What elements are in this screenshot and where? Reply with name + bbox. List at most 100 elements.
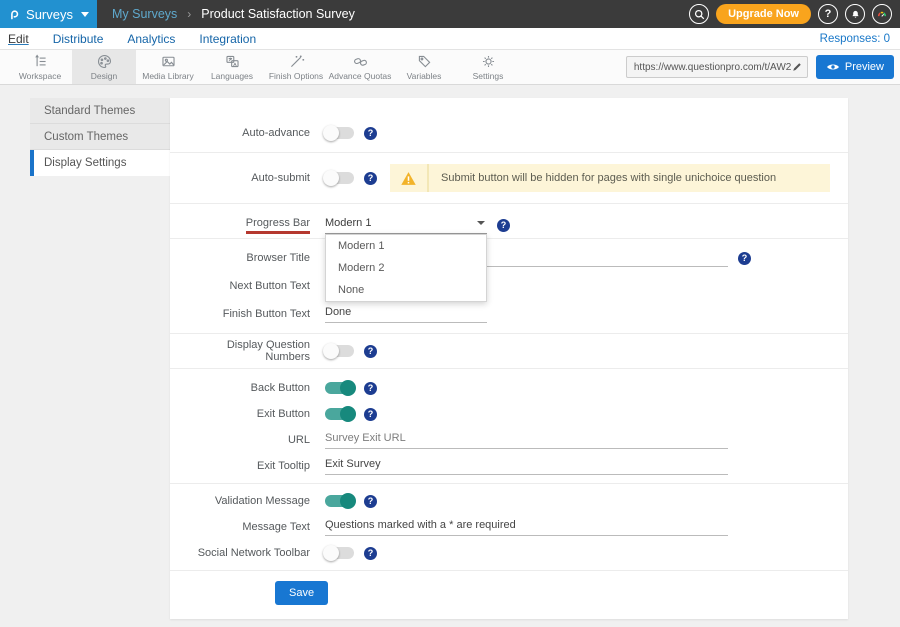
module-nav: Edit Distribute Analytics Integration Re… — [0, 28, 900, 50]
display-question-numbers-toggle[interactable] — [325, 345, 354, 357]
sidebar-item-standard-themes[interactable]: Standard Themes — [30, 98, 170, 124]
browser-title-help-icon[interactable] — [738, 252, 751, 265]
toolbar-item-label: Variables — [407, 71, 442, 81]
section-divider — [170, 570, 848, 571]
select-caret-icon — [477, 221, 485, 225]
image-icon — [160, 53, 177, 70]
dropdown-option-modern2[interactable]: Modern 2 — [326, 257, 486, 279]
exit-button-help-icon[interactable] — [364, 408, 377, 421]
topbar-actions: Upgrade Now ? — [689, 0, 900, 28]
help-circle-icon[interactable]: ? — [818, 4, 838, 24]
section-divider — [170, 333, 848, 334]
toolbar-item-languages[interactable]: A Languages — [200, 50, 264, 84]
progress-bar-row: Progress Bar Modern 1 Modern 1 Modern 2 … — [190, 212, 830, 238]
validation-message-help-icon[interactable] — [364, 495, 377, 508]
save-button[interactable]: Save — [275, 581, 328, 605]
warning-separator — [427, 164, 429, 192]
display-question-numbers-row: Display Question Numbers — [190, 338, 830, 364]
finish-button-text-row: Finish Button Text Done — [190, 301, 830, 327]
toolbar-item-finish-options[interactable]: Finish Options — [264, 50, 328, 84]
progress-bar-label: Progress Bar — [190, 217, 310, 234]
toolbar-item-workspace[interactable]: Workspace — [8, 50, 72, 84]
validation-message-row: Validation Message — [190, 488, 830, 514]
auto-advance-toggle[interactable] — [325, 127, 354, 139]
search-icon[interactable] — [689, 4, 709, 24]
progress-bar-select[interactable]: Modern 1 — [325, 217, 487, 234]
back-button-help-icon[interactable] — [364, 382, 377, 395]
validation-message-label: Validation Message — [190, 495, 310, 507]
message-text-label: Message Text — [190, 521, 310, 533]
responses-count[interactable]: Responses: 0 — [820, 33, 890, 45]
breadcrumb: My Surveys › Product Satisfaction Survey — [97, 0, 689, 28]
page-title: Product Satisfaction Survey — [201, 7, 355, 21]
toolbar-item-advance-quotas[interactable]: Advance Quotas — [328, 50, 392, 84]
top-bar: Surveys My Surveys › Product Satisfactio… — [0, 0, 900, 28]
chain-icon — [352, 53, 369, 70]
tab-integration[interactable]: Integration — [199, 32, 256, 46]
breadcrumb-separator: › — [187, 7, 191, 21]
display-question-numbers-label: Display Question Numbers — [190, 339, 310, 363]
progress-bar-help-icon[interactable] — [497, 219, 510, 232]
usage-gauge-icon[interactable] — [872, 4, 892, 24]
display-question-numbers-help-icon[interactable] — [364, 345, 377, 358]
tab-distribute[interactable]: Distribute — [53, 32, 104, 46]
dropdown-option-none[interactable]: None — [326, 279, 486, 301]
preview-button-label: Preview — [845, 61, 884, 73]
exit-url-input[interactable]: Survey Exit URL — [325, 432, 728, 449]
brand-label: Surveys — [26, 7, 73, 22]
exit-url-row: URL Survey Exit URL — [190, 427, 830, 453]
browser-title-label: Browser Title — [190, 252, 310, 264]
sidebar-item-custom-themes[interactable]: Custom Themes — [30, 124, 170, 150]
auto-submit-label: Auto-submit — [190, 172, 310, 184]
exit-tooltip-input[interactable]: Exit Survey — [325, 458, 728, 475]
eye-icon — [826, 62, 840, 72]
workspace-icon — [32, 53, 49, 70]
auto-submit-help-icon[interactable] — [364, 172, 377, 185]
display-settings-panel: Auto-advance Auto-submit Submit button w… — [170, 98, 848, 619]
survey-url-text: https://www.questionpro.com/t/AW22Zh44 — [634, 62, 791, 73]
toolbar-item-variables[interactable]: Variables — [392, 50, 456, 84]
exit-button-toggle[interactable] — [325, 408, 354, 420]
social-network-toolbar-toggle[interactable] — [325, 547, 354, 559]
preview-button[interactable]: Preview — [816, 55, 894, 79]
social-network-toolbar-label: Social Network Toolbar — [190, 547, 310, 559]
finish-button-text-input[interactable]: Done — [325, 306, 487, 323]
progress-bar-selected-value: Modern 1 — [325, 217, 371, 229]
social-network-toolbar-help-icon[interactable] — [364, 547, 377, 560]
back-button-toggle[interactable] — [325, 382, 354, 394]
section-divider — [170, 238, 848, 239]
wand-icon — [288, 53, 305, 70]
next-button-text-row: Next Button Text Next — [190, 273, 830, 299]
dropdown-option-modern1[interactable]: Modern 1 — [326, 235, 486, 257]
breadcrumb-my-surveys[interactable]: My Surveys — [112, 7, 177, 21]
survey-url-field[interactable]: https://www.questionpro.com/t/AW22Zh44 — [626, 56, 808, 78]
section-divider — [170, 368, 848, 369]
auto-submit-row: Auto-submit Submit button will be hidden… — [190, 163, 830, 193]
section-divider — [170, 203, 848, 204]
save-row: Save — [190, 581, 830, 605]
palette-icon — [96, 53, 113, 70]
browser-title-row: Browser Title — [190, 245, 830, 271]
progress-bar-dropdown: Modern 1 Modern 2 None — [325, 234, 487, 302]
auto-submit-toggle[interactable] — [325, 172, 354, 184]
auto-advance-help-icon[interactable] — [364, 127, 377, 140]
toolbar-item-label: Workspace — [19, 71, 61, 81]
sidebar-item-display-settings[interactable]: Display Settings — [30, 150, 170, 176]
surveys-menu[interactable]: Surveys — [0, 0, 97, 28]
translate-icon: A — [224, 53, 241, 70]
section-divider — [170, 152, 848, 153]
upgrade-now-button[interactable]: Upgrade Now — [716, 4, 811, 24]
warning-text: Submit button will be hidden for pages w… — [441, 172, 776, 184]
toolbar-item-settings[interactable]: Settings — [456, 50, 520, 84]
tab-edit[interactable]: Edit — [8, 32, 29, 46]
message-text-input[interactable]: Questions marked with a * are required — [325, 519, 728, 536]
toolbar-item-design[interactable]: Design — [72, 50, 136, 84]
notifications-bell-icon[interactable] — [845, 4, 865, 24]
warning-triangle-icon — [400, 170, 417, 187]
svg-text:A: A — [233, 62, 237, 67]
main-area: Standard Themes Custom Themes Display Se… — [0, 86, 900, 627]
edit-pencil-icon[interactable] — [791, 61, 803, 73]
validation-message-toggle[interactable] — [325, 495, 354, 507]
tab-analytics[interactable]: Analytics — [127, 32, 175, 46]
toolbar-item-media-library[interactable]: Media Library — [136, 50, 200, 84]
